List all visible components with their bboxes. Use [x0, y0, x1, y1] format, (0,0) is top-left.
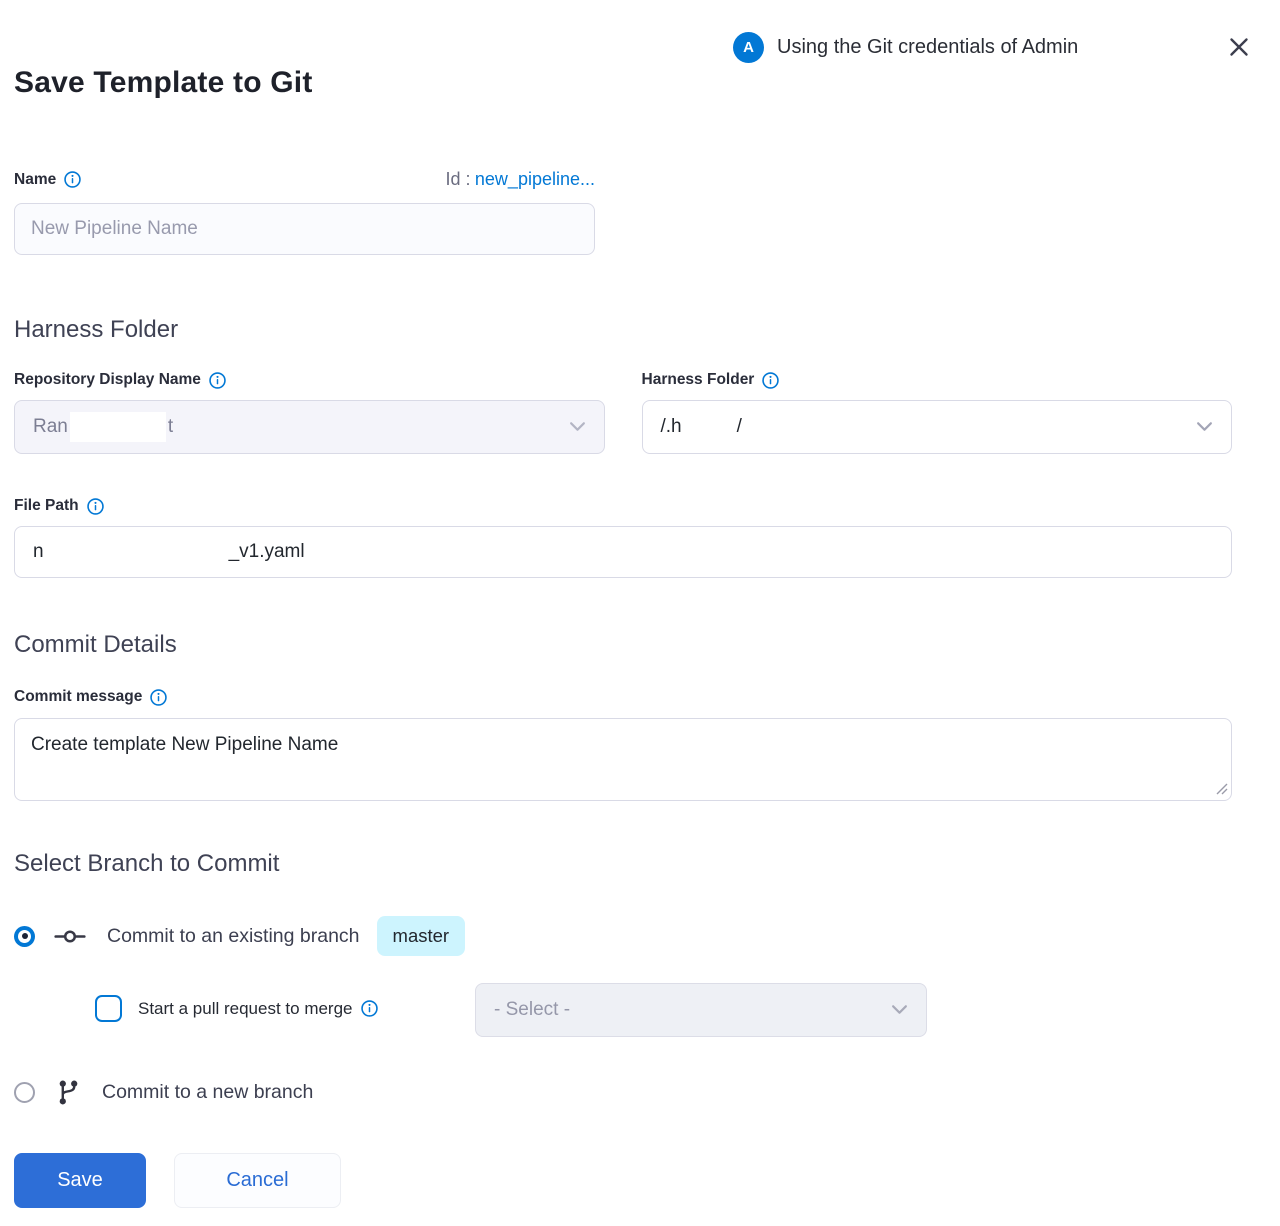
existing-branch-row: Commit to an existing branch master — [14, 916, 465, 956]
page-title: Save Template to Git — [14, 66, 313, 100]
file-path-label: File Path — [14, 497, 79, 515]
select-placeholder: - Select - — [494, 999, 570, 1021]
git-commit-icon — [54, 928, 86, 945]
file-path-value-suffix: _v1.yaml — [229, 541, 305, 563]
repository-field-block: Repository Display Name Ran t — [14, 371, 605, 454]
folder-field-block: Harness Folder /.h / — [642, 371, 1233, 454]
file-path-block: File Path n _v1.yaml — [14, 497, 1232, 578]
commit-message-label: Commit message — [14, 688, 142, 706]
resize-handle-icon[interactable] — [1216, 782, 1228, 800]
save-button[interactable]: Save — [14, 1153, 146, 1208]
name-input[interactable] — [14, 203, 595, 255]
repository-value-suffix: t — [168, 416, 173, 438]
new-branch-radio[interactable] — [14, 1082, 35, 1103]
name-field-block: Name Id : new_pipeline... — [14, 169, 595, 255]
avatar: A — [733, 32, 764, 63]
credentials-text: Using the Git credentials of Admin — [777, 36, 1078, 59]
folder-value-prefix: /.h — [661, 416, 682, 438]
info-icon[interactable] — [87, 498, 104, 515]
commit-message-block: Commit message Create template New Pipel… — [14, 688, 1232, 806]
chevron-down-icon — [891, 999, 908, 1021]
info-icon[interactable] — [762, 372, 779, 389]
repository-select[interactable]: Ran t — [14, 400, 605, 454]
id-prefix: Id : — [445, 169, 470, 189]
close-icon — [1228, 36, 1250, 61]
existing-branch-radio[interactable] — [14, 926, 35, 947]
pull-request-row: Start a pull request to merge — [95, 995, 378, 1022]
info-icon[interactable] — [361, 1000, 378, 1017]
target-branch-select[interactable]: - Select - — [475, 983, 927, 1037]
repo-folder-row: Repository Display Name Ran t Harness Fo… — [14, 371, 1232, 454]
new-branch-label[interactable]: Commit to a new branch — [102, 1081, 313, 1104]
chevron-down-icon — [1196, 416, 1213, 438]
commit-details-heading: Commit Details — [14, 631, 177, 659]
info-icon[interactable] — [150, 689, 167, 706]
file-path-value-prefix: n — [33, 541, 44, 563]
branch-tag[interactable]: master — [377, 916, 466, 956]
redaction-box — [70, 412, 166, 442]
name-label: Name — [14, 171, 56, 189]
select-branch-heading: Select Branch to Commit — [14, 850, 279, 878]
existing-branch-label[interactable]: Commit to an existing branch — [107, 925, 360, 948]
folder-value-suffix: / — [737, 416, 742, 438]
cancel-button[interactable]: Cancel — [174, 1153, 341, 1208]
repository-value-prefix: Ran — [33, 416, 68, 438]
chevron-down-icon — [569, 416, 586, 438]
folder-label: Harness Folder — [642, 371, 755, 389]
file-path-input[interactable]: n _v1.yaml — [14, 526, 1232, 578]
git-credentials-banner: A Using the Git credentials of Admin — [733, 32, 1078, 63]
folder-select[interactable]: /.h / — [642, 400, 1233, 454]
info-icon[interactable] — [64, 171, 81, 188]
harness-folder-heading: Harness Folder — [14, 316, 178, 344]
id-link[interactable]: new_pipeline... — [475, 169, 595, 189]
info-icon[interactable] — [209, 372, 226, 389]
git-branch-icon — [56, 1079, 81, 1106]
new-branch-row: Commit to a new branch — [14, 1072, 313, 1112]
pull-request-label[interactable]: Start a pull request to merge — [138, 999, 353, 1019]
close-button[interactable] — [1227, 36, 1251, 60]
action-buttons: Save Cancel — [14, 1153, 341, 1208]
save-template-dialog: A Using the Git credentials of Admin Sav… — [0, 0, 1280, 1226]
pull-request-checkbox[interactable] — [95, 995, 122, 1022]
commit-message-textarea[interactable]: Create template New Pipeline Name — [14, 718, 1232, 801]
repository-label: Repository Display Name — [14, 371, 201, 389]
